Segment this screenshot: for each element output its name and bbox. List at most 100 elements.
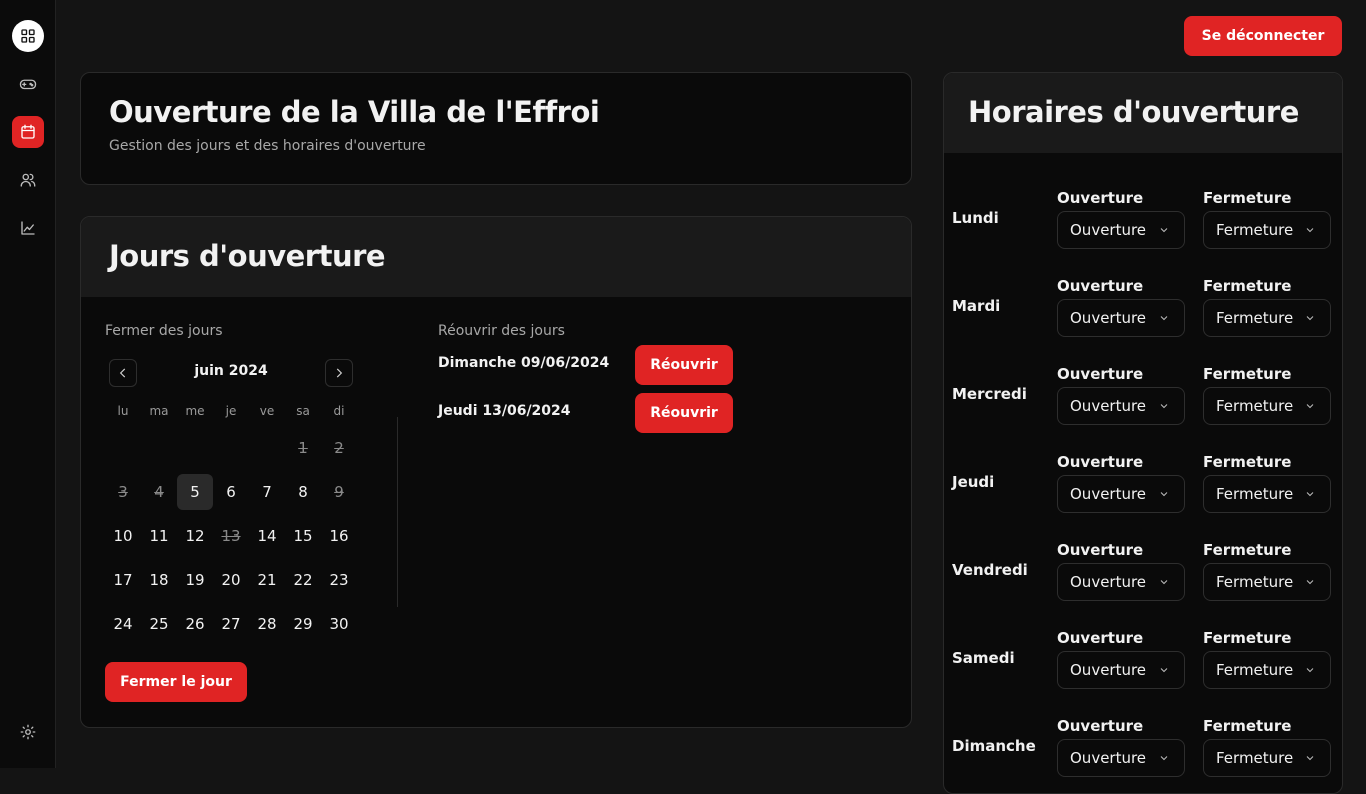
opening-label: Ouverture: [1057, 453, 1144, 471]
calendar-day[interactable]: 16: [321, 518, 357, 554]
calendar-day[interactable]: 25: [141, 606, 177, 642]
calendar-day[interactable]: 8: [285, 474, 321, 510]
calendar-day[interactable]: 5: [177, 474, 213, 510]
select-value: Ouverture: [1070, 397, 1147, 415]
chevron-down-icon: [1306, 492, 1314, 497]
select-value: Fermeture: [1216, 397, 1294, 415]
calendar-day[interactable]: 9: [321, 474, 357, 510]
divider: [397, 417, 398, 607]
day-name: Vendredi: [952, 561, 1028, 579]
calendar-day[interactable]: 14: [249, 518, 285, 554]
calendar-day[interactable]: 15: [285, 518, 321, 554]
day-name: Mardi: [952, 297, 1001, 315]
calendar-day[interactable]: 20: [213, 562, 249, 598]
calendar-day[interactable]: 7: [249, 474, 285, 510]
chevron-down-icon: [1160, 756, 1168, 761]
chevron-down-icon: [1160, 316, 1168, 321]
opening-time-select[interactable]: Ouverture: [1057, 651, 1185, 689]
hours-row: Mardi Ouverture Fermeture Ouverture Fermetur…: [944, 251, 1342, 339]
calendar-day[interactable]: 29: [285, 606, 321, 642]
chevron-down-icon: [1160, 492, 1168, 497]
chevron-down-icon: [1306, 316, 1314, 321]
weekday-label: ve: [259, 404, 275, 418]
closing-label: Fermeture: [1203, 541, 1292, 559]
weekday-label: me: [185, 404, 205, 418]
calendar-day[interactable]: 19: [177, 562, 213, 598]
gamepad-icon[interactable]: [12, 68, 44, 100]
sidebar: [0, 0, 56, 768]
calendar-day[interactable]: 3: [105, 474, 141, 510]
calendar-day[interactable]: 6: [213, 474, 249, 510]
page-subtitle: Gestion des jours et des horaires d'ouve…: [109, 138, 426, 154]
chevron-down-icon: [1306, 228, 1314, 233]
opening-label: Ouverture: [1057, 629, 1144, 647]
calendar-day[interactable]: 11: [141, 518, 177, 554]
hours-row: Jeudi Ouverture Fermeture Ouverture Fermetur…: [944, 427, 1342, 515]
opening-time-select[interactable]: Ouverture: [1057, 475, 1185, 513]
users-icon[interactable]: [12, 164, 44, 196]
calendar-day[interactable]: 23: [321, 562, 357, 598]
calendar-day[interactable]: 4: [141, 474, 177, 510]
opening-time-select[interactable]: Ouverture: [1057, 299, 1185, 337]
hours-row: Dimanche Ouverture Fermeture Ouverture Ferme…: [944, 691, 1342, 779]
closing-time-select[interactable]: Fermeture: [1203, 739, 1331, 777]
calendar-day[interactable]: 1: [285, 430, 321, 466]
close-day-button[interactable]: Fermer le jour: [105, 662, 247, 702]
calendar-day[interactable]: 18: [141, 562, 177, 598]
reopen-date: Dimanche 09/06/2024: [438, 355, 610, 371]
select-value: Ouverture: [1070, 661, 1147, 679]
weekday-label: ma: [149, 404, 169, 418]
opening-label: Ouverture: [1057, 189, 1144, 207]
opening-label: Ouverture: [1057, 541, 1144, 559]
opening-time-select[interactable]: Ouverture: [1057, 563, 1185, 601]
select-value: Ouverture: [1070, 309, 1147, 327]
opening-time-select[interactable]: Ouverture: [1057, 211, 1185, 249]
closing-time-select[interactable]: Fermeture: [1203, 563, 1331, 601]
prev-month-button[interactable]: [109, 359, 137, 387]
chevron-left-icon: [119, 368, 126, 378]
calendar-day[interactable]: 2: [321, 430, 357, 466]
calendar-day[interactable]: 27: [213, 606, 249, 642]
chevron-down-icon: [1306, 756, 1314, 761]
closing-time-select[interactable]: Fermeture: [1203, 211, 1331, 249]
closing-time-select[interactable]: Fermeture: [1203, 299, 1331, 337]
chevron-down-icon: [1160, 228, 1168, 233]
select-value: Fermeture: [1216, 485, 1294, 503]
dashboard-icon[interactable]: [12, 20, 44, 52]
opening-label: Ouverture: [1057, 277, 1144, 295]
calendar-day[interactable]: 21: [249, 562, 285, 598]
opening-hours-card: Horaires d'ouverture Lundi Ouverture Ferme…: [943, 72, 1343, 794]
calendar-day[interactable]: 26: [177, 606, 213, 642]
calendar-day[interactable]: 12: [177, 518, 213, 554]
chevron-down-icon: [1160, 580, 1168, 585]
calendar-day[interactable]: 10: [105, 518, 141, 554]
reopen-date: Jeudi 13/06/2024: [438, 403, 571, 419]
page-title: Ouverture de la Villa de l'Effroi: [109, 95, 600, 129]
opening-time-select[interactable]: Ouverture: [1057, 739, 1185, 777]
logout-button[interactable]: Se déconnecter: [1184, 16, 1342, 56]
chevron-down-icon: [1306, 580, 1314, 585]
reopen-button[interactable]: Réouvrir: [635, 345, 733, 385]
calendar-day[interactable]: 30: [321, 606, 357, 642]
day-name: Mercredi: [952, 385, 1027, 403]
closing-time-select[interactable]: Fermeture: [1203, 475, 1331, 513]
closing-time-select[interactable]: Fermeture: [1203, 651, 1331, 689]
closing-time-select[interactable]: Fermeture: [1203, 387, 1331, 425]
closing-label: Fermeture: [1203, 365, 1292, 383]
calendar-day[interactable]: 22: [285, 562, 321, 598]
calendar-icon[interactable]: [12, 116, 44, 148]
opening-days-header: Jours d'ouverture: [81, 217, 911, 297]
calendar-day[interactable]: 28: [249, 606, 285, 642]
close-days-label: Fermer des jours: [105, 323, 223, 339]
settings-gear-icon[interactable]: [12, 716, 44, 748]
chevron-down-icon: [1306, 404, 1314, 409]
calendar-day[interactable]: 13: [213, 518, 249, 554]
calendar-day[interactable]: 24: [105, 606, 141, 642]
next-month-button[interactable]: [325, 359, 353, 387]
opening-time-select[interactable]: Ouverture: [1057, 387, 1185, 425]
calendar-day[interactable]: 17: [105, 562, 141, 598]
chart-icon[interactable]: [12, 212, 44, 244]
opening-days-card: Jours d'ouverture Fermer des jours juin …: [80, 216, 912, 728]
opening-days-title: Jours d'ouverture: [109, 239, 386, 273]
reopen-button[interactable]: Réouvrir: [635, 393, 733, 433]
